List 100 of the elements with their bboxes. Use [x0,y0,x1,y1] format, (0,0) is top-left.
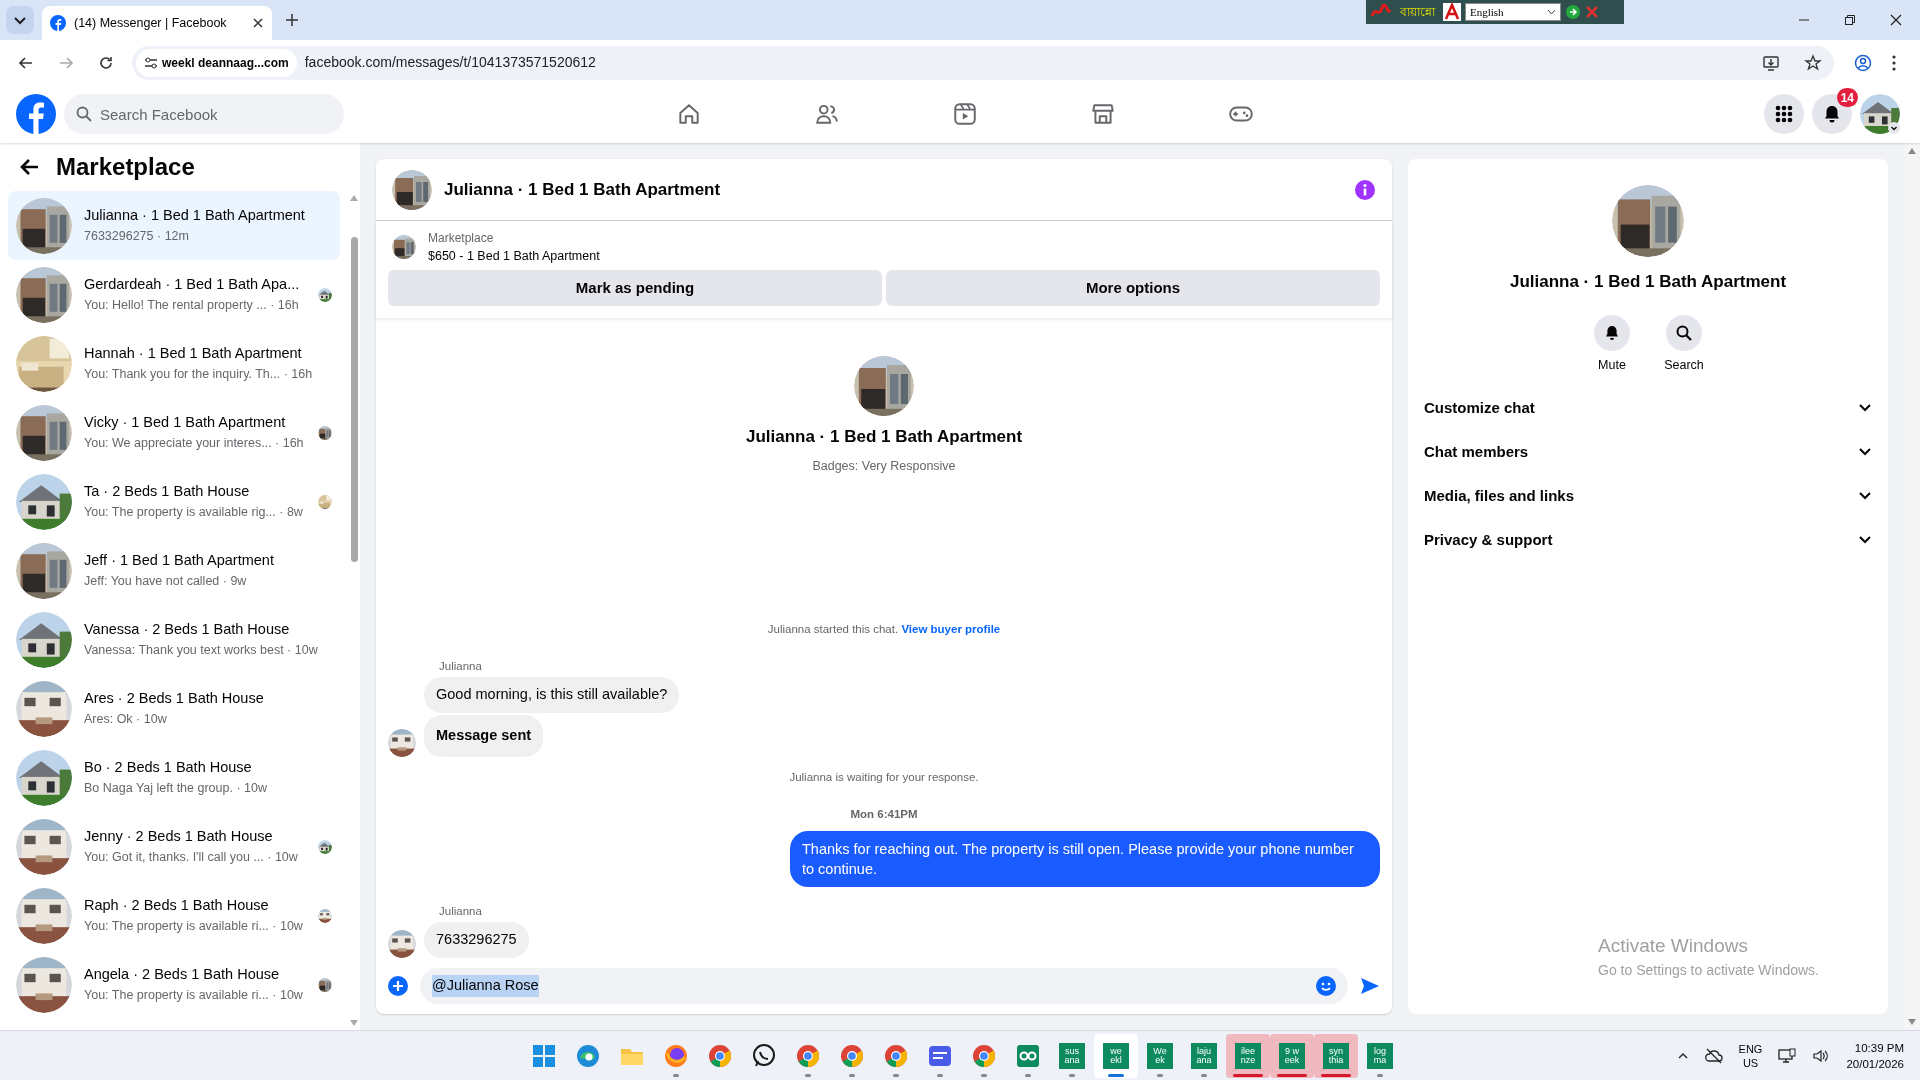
profile-name: Julianna · 1 Bed 1 Bath Apartment [1509,271,1787,293]
conversation-item[interactable]: Jeff · 1 Bed 1 Bath Apartment Jeff: You have not called · 9w [8,536,340,605]
chat-bubble-icon [751,1043,777,1069]
conversation-title: Vanessa · 2 Beds 1 Bath House [84,620,291,640]
mute-button[interactable] [1594,314,1630,351]
install-app-icon[interactable] [1762,53,1780,72]
browser-tab[interactable]: (14) Messenger | Facebook [42,6,272,40]
conversation-item[interactable]: Ares · 2 Beds 1 Bath House Ares: Ok · 10w [8,674,340,743]
taskbar-app[interactable]: 9 w eek [1270,1034,1314,1078]
scrollbar-thumb[interactable] [350,237,358,562]
conversation-item[interactable]: Ta · 2 Beds 1 Bath House You: The property is available rig... · 8w [8,467,340,536]
taskbar-app[interactable]: We ek [1138,1034,1182,1078]
monitor-icon[interactable] [1778,1047,1797,1064]
add-icon[interactable] [388,976,408,996]
message-bubble: 7633296275 [424,922,529,958]
action-label: Mute [1598,356,1626,374]
conversation-title: Vicky · 1 Bed 1 Bath Apartment [84,413,287,433]
message-bubble: Good morning, is this still available? [424,677,680,713]
search-icon [76,106,92,122]
close-icon[interactable] [252,17,264,29]
conversation-item[interactable]: Angela · 2 Beds 1 Bath House You: The property is available ri... · 10w [8,950,340,1019]
taskbar-app[interactable]: we ekl [1094,1034,1138,1078]
conversation-item[interactable]: Gerdardeah · 1 Bed 1 Bath Apa... You: Hello! The rental property ... · 16h [8,260,340,329]
clock-time[interactable]: 10:39 PM [1854,1039,1904,1056]
input-language[interactable]: ENG [1738,1041,1763,1056]
taskbar-app[interactable]: laju ana [1182,1034,1226,1078]
timestamp: Mon 6:41PM [850,806,918,822]
back-arrow-icon[interactable] [20,157,40,177]
message-preview: Vanessa: Thank you text works best · 10w [84,642,319,659]
emoji-icon[interactable] [1316,976,1336,996]
section-item[interactable]: Privacy & support [1416,518,1880,563]
script-label: বায়ান্নো [1400,4,1435,21]
bookmark-star-icon[interactable] [1804,53,1822,72]
conversation-title: Hannah · 1 Bed 1 Bath Apartment [84,344,303,364]
message-preview: You: Thank you for the inquiry. Th... · 16h [84,366,314,383]
speaker-icon[interactable] [1812,1047,1831,1064]
reload-icon[interactable] [98,54,114,71]
conversation-title: Bo · 2 Beds 1 Bath House [84,758,253,778]
back-icon[interactable] [18,54,34,71]
infinity-icon [1015,1043,1041,1069]
restore-icon[interactable] [1844,14,1856,26]
bell-icon [1822,104,1842,124]
activation-title: Activate Windows [1598,933,1749,958]
scroll-down-icon[interactable] [1907,1018,1917,1026]
conversation-title: Gerdardeah · 1 Bed 1 Bath Apa... [84,275,301,295]
send-icon[interactable] [1360,977,1380,995]
action-button[interactable]: More options [886,269,1380,306]
buyer-profile-link[interactable]: View buyer profile [901,622,1001,635]
info-icon[interactable] [1354,178,1376,201]
chrome-icon [839,1043,865,1069]
section-item[interactable]: Customize chat [1416,386,1880,431]
close-icon[interactable] [1890,14,1902,26]
notifications-button[interactable] [1812,94,1852,134]
chevron-down-icon[interactable] [1888,122,1900,134]
message-input-field[interactable]: @Julianna Rose [420,968,1348,1004]
conversation-item[interactable]: Hannah · 1 Bed 1 Bath Apartment You: Thank you for the inquiry. Th... · 16h [8,329,340,398]
section-item[interactable]: Media, files and links [1416,474,1880,519]
conversation-item[interactable]: Jenny · 2 Beds 1 Bath House You: Got it, thanks. I'll call you ... · 10w [8,812,340,881]
message-preview: Ares: Ok · 10w [84,711,168,728]
search-button[interactable] [1666,314,1702,351]
more-menu-icon[interactable] [1892,54,1896,71]
clock-date[interactable]: 20/01/2026 [1846,1055,1904,1072]
conversation-item[interactable]: Vicky · 1 Bed 1 Bath Apartment You: We appreciate your interes... · 16h [8,398,340,467]
conversation-item[interactable]: Raph · 2 Beds 1 Bath House You: The property is available ri... · 10w [8,881,340,950]
tune-icon [144,55,158,70]
input-language[interactable]: US [1742,1055,1759,1070]
taskbar-app[interactable]: log ma [1358,1034,1402,1078]
facebook-icon [50,15,66,31]
scroll-up-icon[interactable] [1907,147,1917,155]
menu-button[interactable] [1764,94,1804,134]
taskbar-app[interactable]: ilee nze [1226,1034,1270,1078]
chat-title: Julianna · 1 Bed 1 Bath Apartment [444,178,722,201]
message-preview: 7633296275 · 12m [84,228,190,245]
url-text: facebook.com/messages/t/1041373571520612 [304,53,597,72]
profile-icon[interactable] [1854,53,1872,72]
sidebar-title: Marketplace [56,152,195,182]
taskbar-app[interactable]: sus ana [1050,1034,1094,1078]
section-item[interactable]: Chat members [1416,430,1880,475]
tab-list-icon[interactable] [6,6,34,34]
language-select[interactable]: English [1465,3,1561,21]
site-info-chip[interactable]: weekl deannaag...com [136,48,297,77]
new-tab-icon[interactable] [284,12,300,28]
message-preview: You: The property is available rig... · 8w [84,504,304,521]
taskbar-app[interactable]: syn thia [1314,1034,1358,1078]
conversation-item[interactable]: Julianna · 1 Bed 1 Bath Apartment 7633296275 · 12m [8,191,340,260]
conversation-item[interactable]: Vanessa · 2 Beds 1 Bath House Vanessa: Thank you text works best · 10w [8,605,340,674]
conversation-title: Jeff · 1 Bed 1 Bath Apartment [84,551,275,571]
action-label: Search [1664,356,1704,374]
search-field[interactable]: Search Facebook [64,94,344,134]
conversation-item[interactable]: Bo · 2 Beds 1 Bath House Bo Naga Yaj left the group. · 10w [8,743,340,812]
listing-label: Marketplace [428,230,495,247]
cloud-off-icon[interactable] [1704,1047,1723,1064]
system-message: Julianna is waiting for your response. [788,769,980,785]
message-preview: You: Got it, thanks. I'll call you ... · 10w [84,849,299,866]
listing-title: $650 - 1 Bed 1 Bath Apartment [428,248,600,265]
action-button[interactable]: Mark as pending [388,269,882,306]
sender-name: Julianna [439,658,482,674]
address-bar[interactable]: weekl deannaag...com facebook.com/messages/t/1041373571520612 [132,45,1834,80]
facebook-logo-icon[interactable] [16,94,56,134]
chrome-icon [795,1043,821,1069]
